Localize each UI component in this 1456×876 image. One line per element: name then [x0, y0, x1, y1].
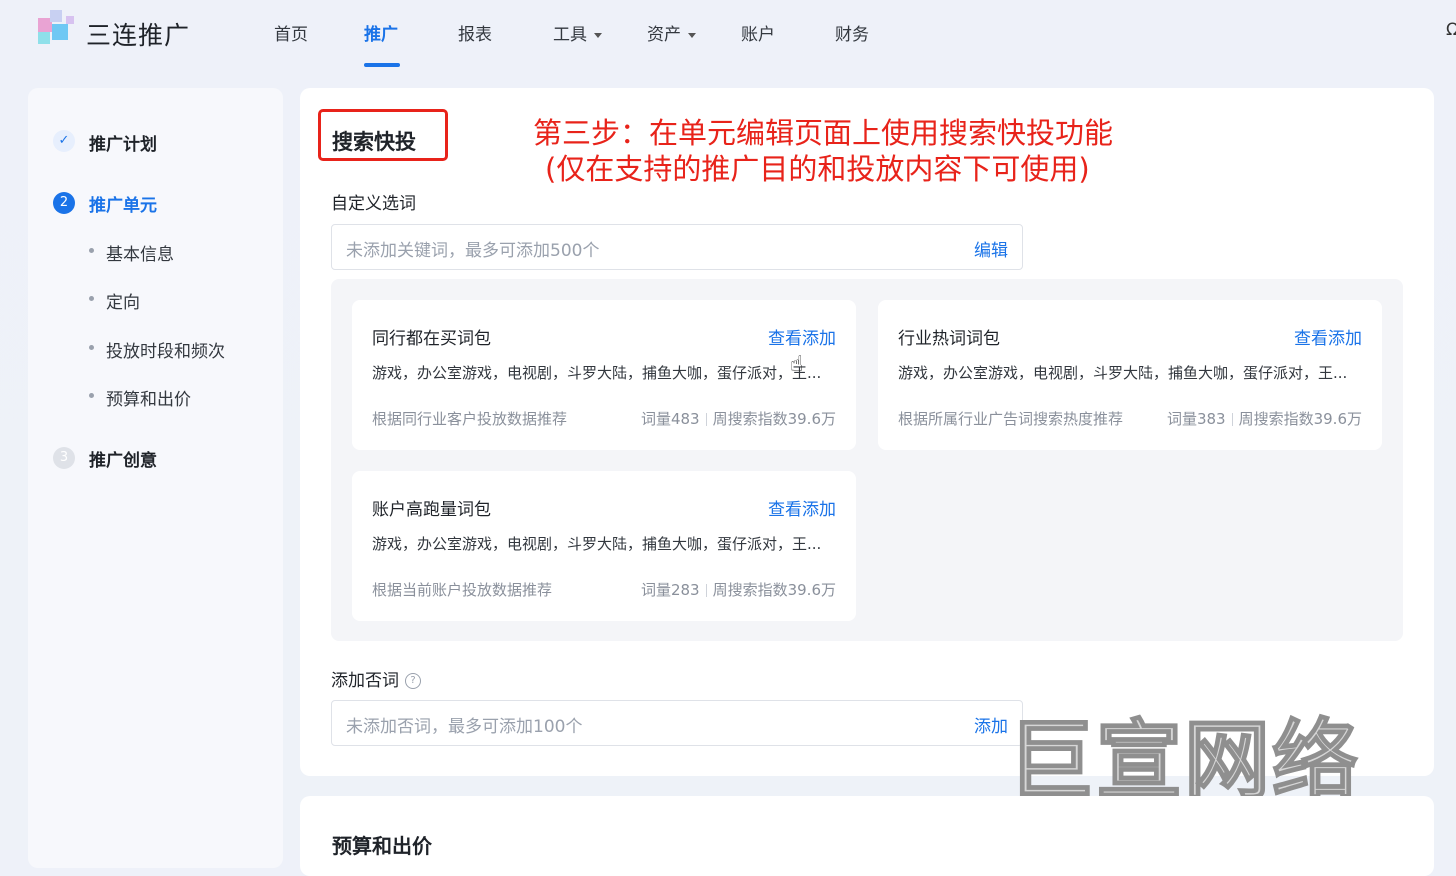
budget-section-title: 预算和出价: [332, 834, 432, 858]
help-icon[interactable]: ?: [405, 673, 421, 689]
card-title: 同行都在买词包: [372, 329, 491, 349]
search-index: 周搜索指数39.6万: [1238, 410, 1362, 428]
chevron-down-icon: [594, 32, 602, 38]
word-count: 词量383: [1166, 410, 1226, 428]
word-count: 词量283: [640, 581, 700, 599]
nav-account[interactable]: 账户: [741, 20, 775, 45]
card-keywords: 游戏，办公室游戏，电视剧，斗罗大陆，捕鱼大咖，蛋仔派对，王...: [372, 364, 822, 382]
bullet-icon: [89, 296, 94, 301]
word-package-card: 账户高跑量词包 查看添加 游戏，办公室游戏，电视剧，斗罗大陆，捕鱼大咖，蛋仔派对…: [352, 471, 856, 621]
brand-logo-icon: [38, 10, 78, 50]
view-add-link[interactable]: 查看添加: [1294, 324, 1362, 349]
nav-assets-label: 资产: [647, 25, 681, 45]
card-description: 根据同行业客户投放数据推荐: [372, 410, 568, 428]
step-promotion-unit[interactable]: 推广单元: [89, 191, 157, 216]
custom-words-field[interactable]: 未添加关键词，最多可添加500个 编辑: [331, 224, 1023, 270]
add-button[interactable]: 添加: [974, 712, 1008, 737]
bullet-icon: [89, 248, 94, 253]
divider: [705, 584, 707, 597]
bullet-icon: [89, 393, 94, 398]
view-add-link[interactable]: 查看添加: [768, 495, 836, 520]
card-description: 根据当前账户投放数据推荐: [372, 581, 553, 599]
nav-promotion[interactable]: 推广: [364, 20, 398, 45]
edit-button[interactable]: 编辑: [974, 236, 1008, 261]
negative-words-field[interactable]: 未添加否词，最多可添加100个 添加: [331, 700, 1023, 746]
word-package-card: 同行都在买词包 查看添加 游戏，办公室游戏，电视剧，斗罗大陆，捕鱼大咖，蛋仔派对…: [352, 300, 856, 450]
view-add-link[interactable]: 查看添加: [768, 324, 836, 349]
card-keywords: 游戏，办公室游戏，电视剧，斗罗大陆，捕鱼大咖，蛋仔派对，王...: [372, 535, 822, 553]
section-title: 搜索快投: [332, 130, 416, 154]
card-stats: 词量283 周搜索指数39.6万: [641, 579, 836, 600]
negative-words-placeholder: 未添加否词，最多可添加100个: [346, 717, 583, 737]
sub-item-targeting[interactable]: 定向: [106, 288, 140, 313]
nav-home[interactable]: 首页: [274, 20, 308, 45]
annotation-note: (仅在支持的推广目的和投放内容下可使用): [545, 152, 1090, 186]
step-number-badge: 3: [53, 447, 75, 469]
nav-finance[interactable]: 财务: [835, 20, 869, 45]
active-nav-indicator: [364, 63, 400, 67]
search-index: 周搜索指数39.6万: [712, 581, 836, 599]
card-stats: 词量483 周搜索指数39.6万: [641, 408, 836, 429]
budget-panel: [300, 796, 1434, 876]
nav-reports[interactable]: 报表: [458, 20, 492, 45]
nav-assets[interactable]: 资产: [647, 20, 696, 45]
nav-tools-label: 工具: [553, 25, 587, 45]
word-package-card: 行业热词词包 查看添加 游戏，办公室游戏，电视剧，斗罗大陆，捕鱼大咖，蛋仔派对，…: [878, 300, 1382, 450]
check-icon: ✓: [53, 130, 75, 152]
sub-item-schedule-frequency[interactable]: 投放时段和频次: [106, 337, 225, 362]
step-number-badge: 2: [53, 192, 75, 214]
negative-words-label: 添加否词?: [331, 666, 421, 691]
bullet-icon: [89, 345, 94, 350]
card-stats: 词量383 周搜索指数39.6万: [1167, 408, 1362, 429]
word-count: 词量483: [640, 410, 700, 428]
card-description: 根据所属行业广告词搜索热度推荐: [898, 410, 1124, 428]
top-navigation-bar: 三连推广 首页 推广 报表 工具 资产 账户 财务 Ω: [0, 0, 1456, 67]
sub-item-budget-bid[interactable]: 预算和出价: [106, 385, 191, 410]
nav-tools[interactable]: 工具: [553, 20, 602, 45]
custom-words-label: 自定义选词: [331, 194, 416, 214]
divider: [705, 413, 707, 426]
step-promotion-plan[interactable]: 推广计划: [89, 130, 157, 155]
user-icon[interactable]: Ω: [1446, 20, 1456, 40]
divider: [1231, 413, 1233, 426]
custom-words-placeholder: 未添加关键词，最多可添加500个: [346, 241, 600, 261]
card-keywords: 游戏，办公室游戏，电视剧，斗罗大陆，捕鱼大咖，蛋仔派对，王...: [898, 364, 1348, 382]
search-index: 周搜索指数39.6万: [712, 410, 836, 428]
card-title: 行业热词词包: [898, 329, 1000, 349]
brand-name[interactable]: 三连推广: [86, 16, 190, 52]
negative-words-label-text: 添加否词: [331, 671, 399, 691]
chevron-down-icon: [688, 32, 696, 38]
hand-cursor-icon: ☝: [790, 352, 804, 377]
step-promotion-creative[interactable]: 推广创意: [89, 446, 157, 471]
card-title: 账户高跑量词包: [372, 500, 491, 520]
sub-item-basic-info[interactable]: 基本信息: [106, 240, 174, 265]
